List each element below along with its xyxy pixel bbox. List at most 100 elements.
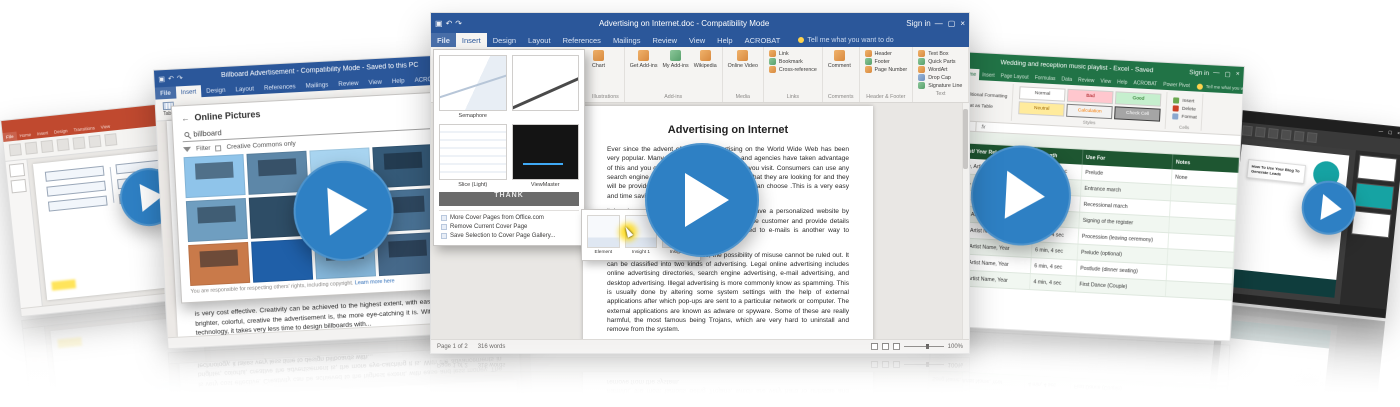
ribbon-tab[interactable]: Insert <box>34 128 52 139</box>
billboard-image-thumbnail[interactable] <box>184 154 246 198</box>
zoom-slider[interactable] <box>904 346 944 347</box>
ribbon-button[interactable]: Format <box>1172 113 1196 120</box>
creative-commons-checkbox[interactable] <box>215 145 221 151</box>
ribbon-tab[interactable]: Insert <box>979 69 998 81</box>
play-button[interactable] <box>645 143 759 257</box>
ribbon-tab[interactable]: Help <box>387 74 410 87</box>
ribbon-button[interactable]: Page Number <box>865 66 908 73</box>
ribbon-tab[interactable]: Review <box>646 33 683 47</box>
billboard-image-thumbnail[interactable] <box>186 198 248 242</box>
maximize-button[interactable]: ▢ <box>1388 129 1393 135</box>
cell-style-chip[interactable]: Normal <box>1019 86 1066 101</box>
ribbon-button[interactable]: Signature Line <box>918 82 962 89</box>
ribbon-tab[interactable]: Page Layout <box>997 70 1032 83</box>
ribbon-button[interactable]: Quick Parts <box>918 58 955 65</box>
ribbon-button[interactable]: Wikipedia <box>694 50 717 69</box>
cover-page-thumbnail[interactable]: ViewMaster <box>512 124 580 188</box>
slide-thumbnail[interactable] <box>1357 155 1397 183</box>
ribbon-tab[interactable]: Insert <box>456 33 487 47</box>
cover-page-thumbnail-partial[interactable]: THANK <box>439 192 579 206</box>
ribbon-button[interactable]: Chart <box>592 50 605 69</box>
billboard-image-thumbnail[interactable] <box>188 242 250 286</box>
cell-style-chip[interactable]: Good <box>1115 91 1162 106</box>
print-layout-icon[interactable] <box>882 343 889 350</box>
ribbon-tab[interactable]: Help <box>1114 76 1131 88</box>
cell-style-chip[interactable]: Calculation <box>1066 104 1113 119</box>
ribbon-tab[interactable]: Review <box>1075 74 1098 86</box>
slide-thumbnail[interactable] <box>1351 210 1391 238</box>
ribbon-button[interactable]: Comment <box>828 50 851 69</box>
ribbon-button[interactable]: Header <box>865 50 892 57</box>
slide-thumbnail[interactable] <box>1354 182 1394 210</box>
cell-style-chip[interactable]: Bad <box>1067 89 1114 104</box>
back-arrow-icon[interactable]: ← <box>181 113 189 122</box>
ribbon-button[interactable]: Online Video <box>728 50 758 69</box>
menu-item[interactable]: Remove Current Cover Page <box>439 223 579 231</box>
ribbon-button-icon[interactable] <box>9 143 22 156</box>
learn-more-link[interactable]: Learn more here <box>355 278 395 286</box>
zoom-level[interactable]: 100% <box>948 344 963 350</box>
ribbon-button-icon[interactable] <box>41 140 54 153</box>
ribbon-tab[interactable]: References <box>259 80 301 94</box>
ribbon-button-icon[interactable] <box>1255 127 1266 138</box>
ribbon-tab[interactable]: Mailings <box>300 78 333 92</box>
ribbon-tab[interactable]: View <box>97 121 113 132</box>
menu-item[interactable]: More Cover Pages from Office.com <box>439 214 579 222</box>
ribbon-tab[interactable]: Layout <box>230 82 259 95</box>
read-mode-icon[interactable] <box>871 343 878 350</box>
scrollbar-thumb[interactable] <box>963 109 968 169</box>
maximize-button[interactable]: ▢ <box>948 19 956 28</box>
ribbon-tab[interactable]: View <box>1097 75 1114 87</box>
ribbon-tab[interactable]: Insert <box>176 85 202 98</box>
page-indicator[interactable]: Page 1 of 2 <box>437 344 468 350</box>
ribbon-tab[interactable]: View <box>363 75 387 88</box>
filter-button[interactable]: Filter <box>196 145 211 153</box>
sign-in-button[interactable]: Sign in <box>906 19 930 28</box>
cover-page-thumbnail[interactable]: Slice (Light) <box>439 124 507 188</box>
ribbon-button[interactable]: Footer <box>865 58 890 65</box>
ribbon-tab[interactable]: Review <box>333 77 364 91</box>
ribbon-tab[interactable]: Formulas <box>1031 72 1058 84</box>
ribbon-button-icon[interactable] <box>1294 131 1305 142</box>
building-block-thumbnail[interactable]: Element <box>587 215 620 255</box>
ribbon-tab[interactable]: Power Pivot <box>1160 79 1193 92</box>
close-button[interactable]: × <box>1236 71 1240 79</box>
undo-icon[interactable]: ↶ <box>168 74 174 82</box>
redo-icon[interactable]: ↷ <box>177 74 183 82</box>
ribbon-button[interactable]: Bookmark <box>769 58 803 65</box>
minimize-button[interactable]: — <box>935 19 943 28</box>
ribbon-button[interactable]: WordArt <box>918 66 947 73</box>
ribbon-tab[interactable]: File <box>155 87 176 100</box>
slide-thumbnail[interactable] <box>11 179 27 193</box>
close-button[interactable]: × <box>960 19 965 28</box>
tell-me-box[interactable]: Tell me what you want to do <box>1197 81 1244 94</box>
ribbon-tab[interactable]: Mailings <box>607 33 647 47</box>
ribbon-tab[interactable]: References <box>557 33 607 47</box>
ribbon-tab[interactable]: File <box>3 132 17 142</box>
minimize-button[interactable]: — <box>1213 69 1220 77</box>
save-icon[interactable]: ▣ <box>158 75 165 83</box>
ribbon-button[interactable]: Delete <box>1173 105 1197 112</box>
cell-style-chip[interactable]: Check Cell <box>1114 106 1161 121</box>
vertical-scrollbar[interactable] <box>962 103 969 339</box>
ribbon-button-icon[interactable] <box>1281 129 1292 140</box>
redo-icon[interactable]: ↷ <box>455 19 462 28</box>
ribbon-button-icon[interactable] <box>25 142 38 155</box>
billboard-image-thumbnail[interactable] <box>251 239 313 283</box>
ribbon-tab[interactable]: View <box>683 33 711 47</box>
ribbon-button-icon[interactable] <box>72 137 85 150</box>
word-count[interactable]: 316 words <box>478 344 506 350</box>
minimize-button[interactable]: — <box>1378 128 1383 134</box>
ribbon-tab[interactable]: File <box>431 33 456 47</box>
ribbon-button[interactable]: Drop Cap <box>918 74 951 81</box>
ribbon-button-icon[interactable] <box>1306 132 1317 143</box>
ribbon-button[interactable]: Text Box <box>918 50 948 57</box>
cell-style-chip[interactable]: Neutral <box>1018 101 1065 116</box>
ribbon-button-icon[interactable] <box>1242 125 1253 136</box>
ribbon-tab[interactable]: Design <box>487 33 522 47</box>
ribbon-tab[interactable]: Data <box>1058 73 1075 85</box>
web-layout-icon[interactable] <box>893 343 900 350</box>
maximize-button[interactable]: ▢ <box>1224 70 1231 78</box>
ribbon-tab[interactable]: ACROBAT <box>1130 77 1160 90</box>
ribbon-tab[interactable]: Layout <box>522 33 557 47</box>
